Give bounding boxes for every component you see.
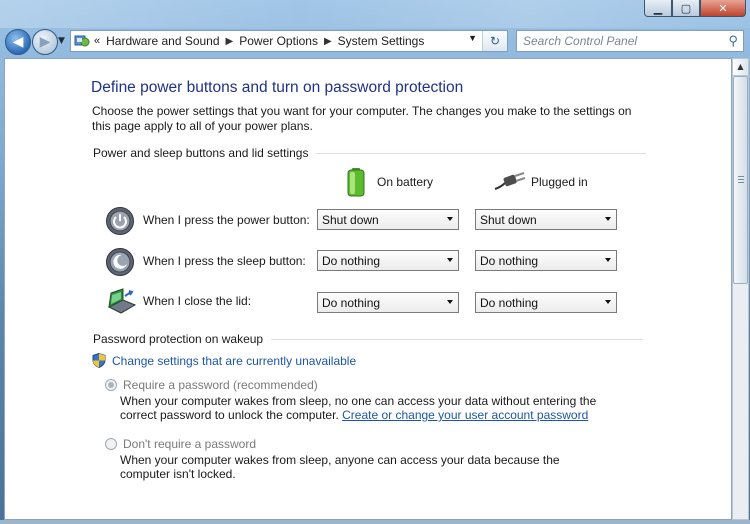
battery-icon [347,168,365,197]
window-bottom-edge [0,520,750,524]
change-settings-link-text[interactable]: Change settings that are currently unava… [112,354,356,368]
breadcrumb-separator-icon[interactable]: ▶ [324,36,332,47]
power-section-header: Power and sleep buttons and lid settings [93,146,647,160]
chevron-down-icon [605,258,611,262]
dont-require-password-radio[interactable] [105,438,117,450]
password-section-header: Password protection on wakeup [93,332,644,346]
user-account-password-link[interactable]: Create or change your user account passw… [342,408,588,422]
search-input[interactable]: Search Control Panel ⚲ [516,30,744,52]
select-value: Do nothing [480,296,539,310]
scroll-up-icon[interactable]: ▲ [733,59,748,76]
require-password-radio[interactable] [105,379,117,391]
breadcrumb-hardware-and-sound[interactable]: Hardware and Sound [106,34,219,48]
power-section-title: Power and sleep buttons and lid settings [93,146,309,160]
back-arrow-icon: ◀ [12,34,24,50]
power-button-label: When I press the power button: [143,213,310,227]
page-title: Define power buttons and turn on passwor… [91,79,464,96]
power-button-icon [105,206,135,236]
forward-button[interactable]: ▶ [32,29,58,55]
lid-close-row: When I close the lid: Do nothing Do noth… [105,287,645,317]
battery-column-header: On battery [345,167,433,197]
chevron-down-icon [447,217,453,221]
battery-column-label: On battery [377,175,434,189]
chevron-down-icon [447,300,453,304]
recent-pages-dropdown[interactable]: ▼ [58,36,65,46]
chevron-down-icon [605,300,611,304]
minimize-button[interactable]: ▁ [644,0,672,17]
select-value: Do nothing [322,254,381,268]
require-password-option[interactable]: Require a password (recommended) [105,378,318,392]
address-bar[interactable]: « Hardware and Sound ▶ Power Options ▶ S… [70,30,508,52]
power-button-row: When I press the power button: Shut down… [105,206,645,236]
forward-arrow-icon: ▶ [39,34,51,50]
sleep-button-label: When I press the sleep button: [143,254,306,268]
grip-line [738,182,744,183]
require-password-label[interactable]: Require a password (recommended) [123,378,318,392]
search-placeholder: Search Control Panel [523,34,638,48]
change-settings-link[interactable]: Change settings that are currently unava… [92,353,356,368]
lid-close-plugged-select[interactable]: Do nothing [475,292,617,313]
control-panel-icon [74,33,90,49]
select-value: Shut down [322,213,379,227]
power-button-battery-select[interactable]: Shut down [317,209,459,230]
breadcrumb-power-options[interactable]: Power Options [239,34,318,48]
select-value: Do nothing [480,254,539,268]
grip-line [738,176,744,177]
plugged-column-header: Plugged in [493,171,588,193]
plugged-column-label: Plugged in [531,175,588,189]
back-button[interactable]: ◀ [5,29,31,55]
chevron-down-icon [447,258,453,262]
section-divider [271,338,644,340]
refresh-button[interactable]: ↻ [482,31,507,51]
scrollbar-thumb[interactable] [733,76,748,284]
search-icon[interactable]: ⚲ [728,33,738,49]
address-dropdown-icon[interactable]: ▼ [468,33,477,43]
select-value: Shut down [480,213,537,227]
vertical-scrollbar[interactable]: ▲ [732,58,749,520]
title-bar [0,0,750,28]
main-content: Define power buttons and turn on passwor… [4,58,732,520]
maximize-button[interactable]: ▢ [672,0,700,17]
breadcrumb-system-settings[interactable]: System Settings [338,34,425,48]
navigation-bar: ◀ ▶ ▼ « Hardware and Sound ▶ Power Optio… [0,27,750,57]
chevron-down-icon [605,217,611,221]
lid-close-battery-select[interactable]: Do nothing [317,292,459,313]
section-divider [316,152,647,154]
lid-close-label: When I close the lid: [143,294,252,308]
grip-line [738,179,744,180]
breadcrumb-separator-icon[interactable]: ▶ [226,36,234,47]
power-plug-icon [494,172,526,190]
laptop-lid-icon [105,287,137,317]
sleep-button-icon [105,247,135,277]
dont-require-password-description: When your computer wakes from sleep, any… [120,453,560,481]
uac-shield-icon [92,353,106,368]
select-value: Do nothing [322,296,381,310]
dont-require-password-option[interactable]: Don't require a password [105,437,256,451]
sleep-button-plugged-select[interactable]: Do nothing [475,250,617,271]
window-controls: ▁ ▢ ✕ [644,0,746,17]
require-password-description: When your computer wakes from sleep, no … [120,394,620,422]
page-description: Choose the power settings that you want … [92,104,632,133]
power-button-plugged-select[interactable]: Shut down [475,209,617,230]
close-button[interactable]: ✕ [700,0,746,17]
address-overflow[interactable]: « [94,35,100,47]
sleep-button-battery-select[interactable]: Do nothing [317,250,459,271]
password-section-title: Password protection on wakeup [93,332,264,346]
refresh-icon: ↻ [489,34,501,48]
dont-require-password-label[interactable]: Don't require a password [123,437,256,451]
window-frame: ▁ ▢ ✕ ◀ ▶ ▼ « Hardware and Sound ▶ Power… [0,0,750,524]
sleep-button-row: When I press the sleep button: Do nothin… [105,247,645,277]
